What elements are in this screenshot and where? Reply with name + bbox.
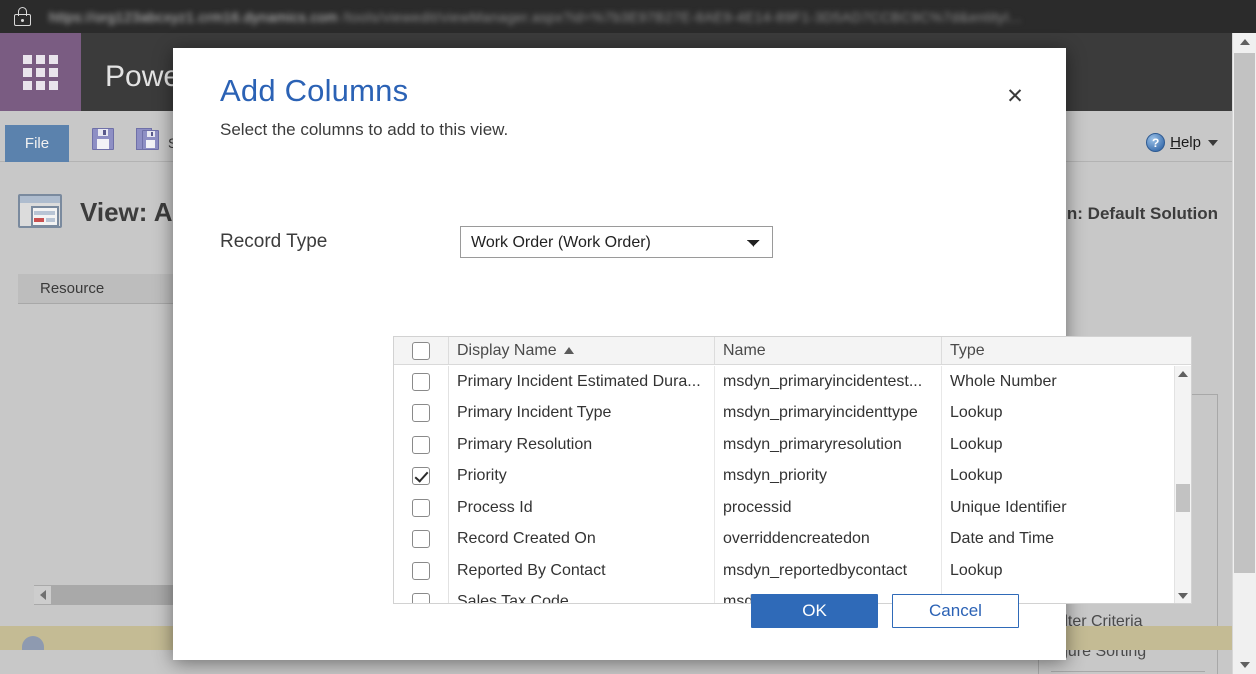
- dialog-title: Add Columns: [220, 73, 409, 108]
- table-row[interactable]: Primary Resolution msdyn_primaryresoluti…: [394, 429, 1191, 461]
- header-type-label: Type: [950, 341, 985, 359]
- row-checkbox-cell[interactable]: [394, 460, 449, 492]
- cell-type: Date and Time: [950, 530, 1055, 548]
- status-indicator: [22, 636, 44, 650]
- grid-column-resource[interactable]: Resource: [18, 280, 104, 297]
- header-name-label: Name: [723, 341, 766, 359]
- cell-name: msdyn_primaryincidentest...: [723, 372, 923, 390]
- record-type-label: Record Type: [220, 231, 328, 252]
- browser-vertical-scrollbar[interactable]: [1232, 33, 1256, 674]
- row-checkbox-cell[interactable]: [394, 397, 449, 429]
- row-checkbox-cell[interactable]: [394, 586, 449, 603]
- page-title: View: Ac: [80, 196, 187, 227]
- app-launcher-icon[interactable]: [0, 33, 81, 111]
- row-checkbox[interactable]: [412, 467, 430, 486]
- row-checkbox[interactable]: [412, 498, 430, 517]
- cell-type: Lookup: [950, 467, 1003, 485]
- screen: https://org123abcxyz1.crm16.dynamics.com…: [0, 0, 1256, 674]
- cell-name: msdyn_primaryresolution: [723, 435, 902, 453]
- row-checkbox-cell[interactable]: [394, 492, 449, 524]
- cell-type: Lookup: [950, 404, 1003, 422]
- cell-type: Lookup: [950, 561, 1003, 579]
- cell-type: Whole Number: [950, 372, 1057, 390]
- scroll-down-arrow-icon[interactable]: [1233, 656, 1256, 674]
- row-checkbox[interactable]: [412, 404, 430, 423]
- cell-display-name: Record Created On: [457, 530, 596, 548]
- table-row[interactable]: Record Created On overriddencreatedon Da…: [394, 523, 1191, 555]
- row-checkbox[interactable]: [412, 435, 430, 454]
- help-label: HHelpelp: [1170, 134, 1201, 151]
- lock-icon: [14, 7, 31, 26]
- help-icon: ?: [1146, 133, 1166, 152]
- sort-ascending-icon: [563, 347, 574, 354]
- add-columns-dialog: Add Columns Select the columns to add to…: [173, 48, 1192, 660]
- row-checkbox[interactable]: [412, 372, 430, 391]
- columns-table-body: Primary Incident Estimated Dura... msdyn…: [394, 366, 1191, 604]
- save-icon[interactable]: [92, 128, 116, 152]
- cell-display-name: Primary Incident Type: [457, 404, 612, 422]
- cell-name: msdyn_reportedbycontact: [723, 561, 908, 579]
- row-checkbox[interactable]: [412, 593, 430, 603]
- cell-type: Lookup: [950, 435, 1003, 453]
- header-name[interactable]: Name: [715, 337, 942, 364]
- select-all-checkbox[interactable]: [412, 341, 430, 360]
- cell-type: Unique Identifier: [950, 498, 1067, 516]
- cell-display-name: Reported By Contact: [457, 561, 606, 579]
- dialog-subtitle: Select the columns to add to this view.: [220, 120, 509, 139]
- cell-display-name: Primary Incident Estimated Dura...: [457, 372, 701, 390]
- header-display-name-label: Display Name: [457, 341, 557, 359]
- url-path: /tools/viewedit/viewManager.aspx?id=%7b3…: [342, 8, 1022, 25]
- close-icon[interactable]: ✕: [1002, 83, 1028, 109]
- url-origin: https://org123abcxyz1.crm16.dynamics.com: [49, 8, 339, 25]
- table-row[interactable]: Priority msdyn_priority Lookup: [394, 460, 1191, 492]
- table-row[interactable]: Primary Incident Estimated Dura... msdyn…: [394, 366, 1191, 398]
- dialog-footer: OK Cancel: [751, 594, 1019, 628]
- tab-file[interactable]: File: [5, 125, 69, 162]
- solution-label: n: Default Solution: [1066, 204, 1218, 223]
- cell-name: msdyn_priority: [723, 467, 828, 485]
- record-type-row: Record Type Work Order (Work Order): [220, 226, 1020, 258]
- scroll-up-arrow-icon[interactable]: [1233, 33, 1256, 51]
- browser-scroll-thumb[interactable]: [1234, 53, 1255, 573]
- cell-display-name: Sales Tax Code: [457, 593, 569, 604]
- help-menu[interactable]: ? HHelpelp: [1146, 133, 1218, 152]
- row-checkbox-cell[interactable]: [394, 555, 449, 587]
- view-window-icon: [18, 192, 64, 232]
- table-row[interactable]: Reported By Contact msdyn_reportedbycont…: [394, 555, 1191, 587]
- cell-name: overriddencreatedon: [723, 530, 870, 548]
- table-vertical-scrollbar[interactable]: [1174, 366, 1191, 603]
- row-checkbox[interactable]: [412, 530, 430, 549]
- columns-table-header: Display Name Name Type: [394, 337, 1191, 365]
- chevron-down-icon: [1208, 139, 1218, 146]
- table-scroll-thumb[interactable]: [1176, 484, 1190, 512]
- cell-name: processid: [723, 498, 792, 516]
- task-pane-divider: [1051, 671, 1205, 672]
- scroll-left-arrow-icon[interactable]: [34, 586, 51, 604]
- ok-button[interactable]: OK: [751, 594, 878, 628]
- header-display-name[interactable]: Display Name: [449, 337, 715, 364]
- scroll-down-arrow-icon[interactable]: [1175, 588, 1191, 603]
- view-title-row: View: Ac: [18, 192, 187, 232]
- row-checkbox-cell[interactable]: [394, 523, 449, 555]
- select-all-checkbox-cell[interactable]: [394, 337, 449, 364]
- url-text: https://org123abcxyz1.crm16.dynamics.com…: [49, 9, 1022, 25]
- cell-display-name: Primary Resolution: [457, 435, 593, 453]
- record-type-select[interactable]: Work Order (Work Order): [460, 226, 773, 258]
- header-type[interactable]: Type: [942, 337, 1158, 364]
- scroll-up-arrow-icon[interactable]: [1175, 366, 1191, 382]
- save-and-close-icon[interactable]: [136, 128, 160, 152]
- cell-display-name: Process Id: [457, 498, 533, 516]
- cancel-button[interactable]: Cancel: [892, 594, 1019, 628]
- browser-url-bar[interactable]: https://org123abcxyz1.crm16.dynamics.com…: [0, 0, 1256, 33]
- row-checkbox-cell[interactable]: [394, 429, 449, 461]
- columns-table: Display Name Name Type Primary Incident …: [393, 336, 1192, 604]
- table-row[interactable]: Process Id processid Unique Identifier: [394, 492, 1191, 524]
- row-checkbox[interactable]: [412, 561, 430, 580]
- cell-display-name: Priority: [457, 467, 507, 485]
- row-checkbox-cell[interactable]: [394, 366, 449, 398]
- cell-name: msdyn_primaryincidenttype: [723, 404, 918, 422]
- table-row[interactable]: Primary Incident Type msdyn_primaryincid…: [394, 397, 1191, 429]
